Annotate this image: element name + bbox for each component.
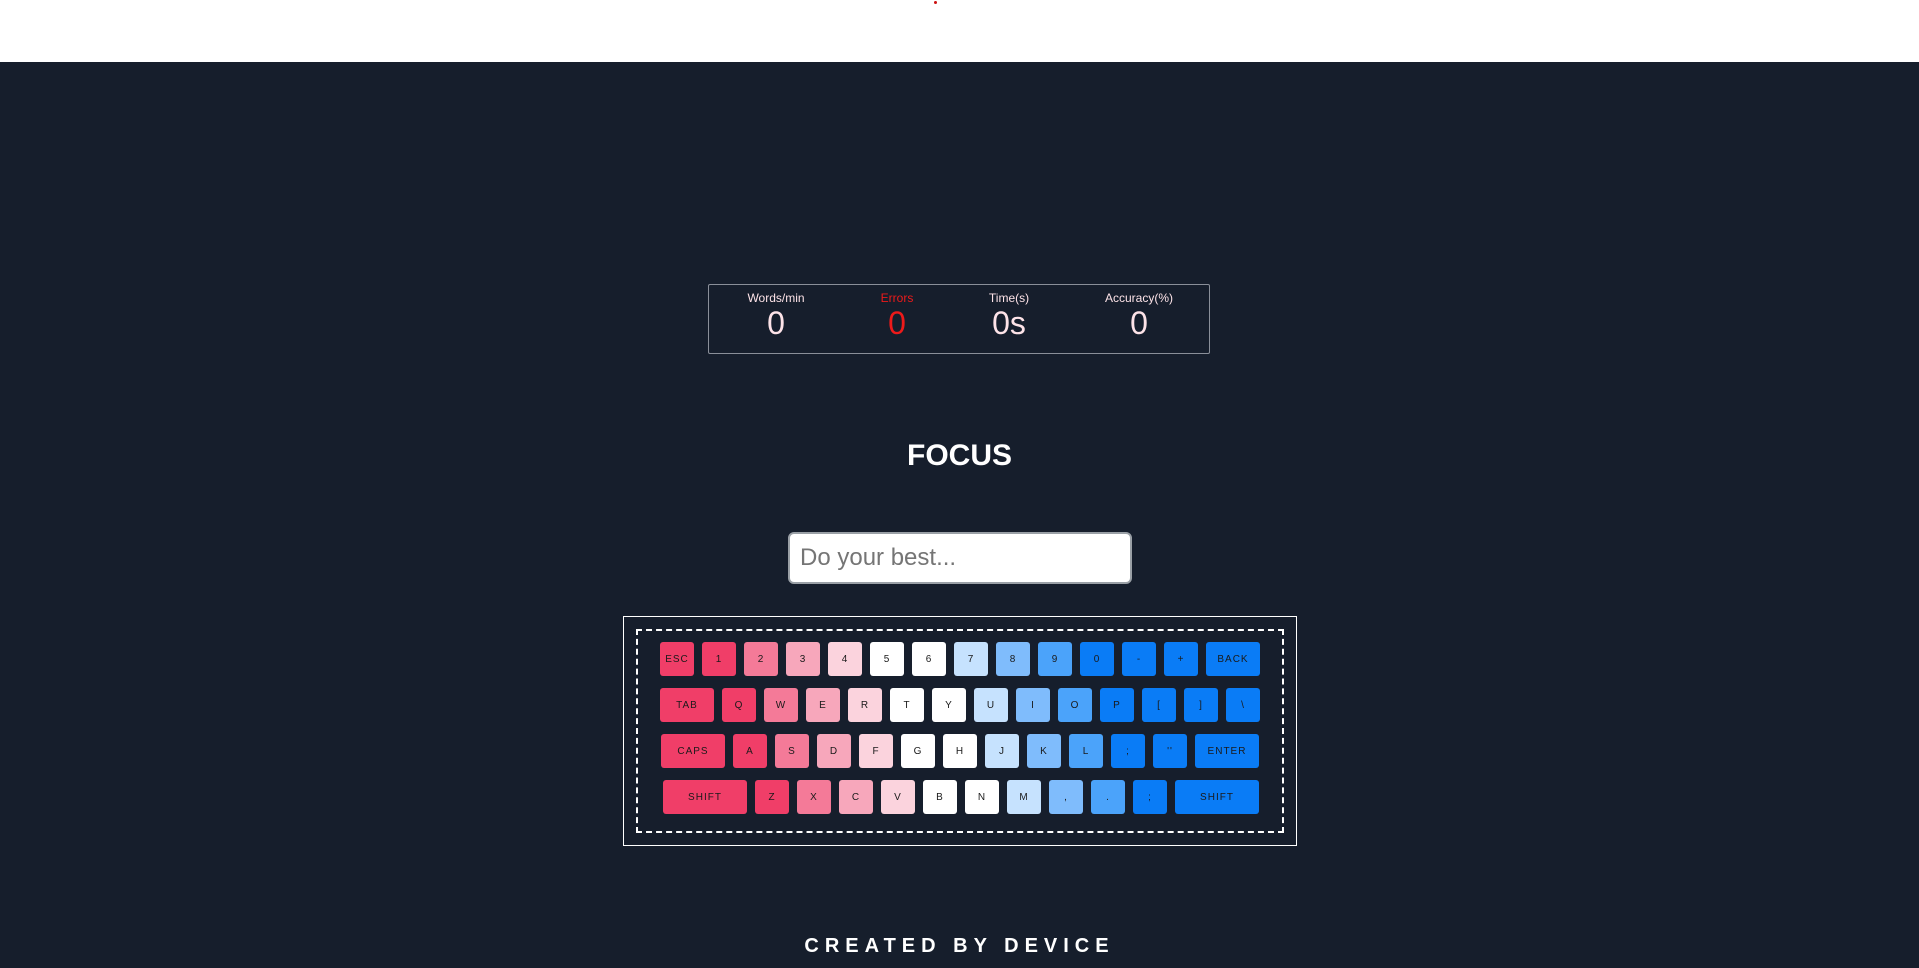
key-c[interactable]: C (839, 780, 873, 814)
key-symbol[interactable]: '' (1153, 734, 1187, 768)
key-u[interactable]: U (974, 688, 1008, 722)
stat-wpm-value: 0 (767, 305, 785, 341)
key-symbol[interactable]: + (1164, 642, 1198, 676)
key-o[interactable]: O (1058, 688, 1092, 722)
key-s[interactable]: S (775, 734, 809, 768)
key-shift[interactable]: SHIFT (663, 780, 747, 814)
key-symbol[interactable]: ] (1184, 688, 1218, 722)
stat-accuracy-label: Accuracy(%) (1104, 291, 1174, 305)
key-3[interactable]: 3 (786, 642, 820, 676)
stats-panel: Words/min 0 Errors 0 Time(s) 0s Accuracy… (708, 284, 1210, 354)
key-a[interactable]: A (733, 734, 767, 768)
key-n[interactable]: N (965, 780, 999, 814)
key-r[interactable]: R (848, 688, 882, 722)
typing-input[interactable] (788, 532, 1132, 584)
key-enter[interactable]: ENTER (1195, 734, 1259, 768)
key-q[interactable]: Q (722, 688, 756, 722)
key-symbol[interactable]: ; (1133, 780, 1167, 814)
key-5[interactable]: 5 (870, 642, 904, 676)
key-6[interactable]: 6 (912, 642, 946, 676)
key-caps[interactable]: CAPS (661, 734, 725, 768)
stat-wpm-label: Words/min (747, 291, 805, 305)
stat-time: Time(s) 0s (989, 291, 1029, 341)
key-back[interactable]: BACK (1206, 642, 1260, 676)
key-t[interactable]: T (890, 688, 924, 722)
key-m[interactable]: M (1007, 780, 1041, 814)
key-j[interactable]: J (985, 734, 1019, 768)
key-symbol[interactable]: ; (1111, 734, 1145, 768)
stat-errors-label: Errors (880, 291, 914, 305)
key-1[interactable]: 1 (702, 642, 736, 676)
red-dot-marker (934, 1, 937, 4)
key-9[interactable]: 9 (1038, 642, 1072, 676)
stat-time-label: Time(s) (988, 291, 1030, 305)
keyboard-row: ESC 1 2 3 4 5 6 7 8 9 0- + BACK (660, 642, 1260, 676)
key-7[interactable]: 7 (954, 642, 988, 676)
key-w[interactable]: W (764, 688, 798, 722)
key-d[interactable]: D (817, 734, 851, 768)
keyboard-row: SHIFT Z X C V B N M,.; SHIFT (663, 780, 1259, 814)
key-esc[interactable]: ESC (660, 642, 694, 676)
keyboard-row: CAPS A S D F G H J K L; '' ENTER (661, 734, 1259, 768)
key-symbol[interactable]: [ (1142, 688, 1176, 722)
key-tab[interactable]: TAB (660, 688, 714, 722)
stat-accuracy-value: 0 (1130, 305, 1148, 341)
key-symbol[interactable]: , (1049, 780, 1083, 814)
key-symbol[interactable]: - (1122, 642, 1156, 676)
key-x[interactable]: X (797, 780, 831, 814)
key-l[interactable]: L (1069, 734, 1103, 768)
key-8[interactable]: 8 (996, 642, 1030, 676)
key-2[interactable]: 2 (744, 642, 778, 676)
key-h[interactable]: H (943, 734, 977, 768)
key-e[interactable]: E (806, 688, 840, 722)
stat-time-value: 0s (992, 305, 1026, 341)
key-i[interactable]: I (1016, 688, 1050, 722)
footer-credit: CREATED BY DEVICE (804, 935, 1115, 957)
page-title: FOCUS (907, 439, 1012, 472)
stat-errors-value: 0 (888, 305, 906, 341)
key-v[interactable]: V (881, 780, 915, 814)
key-symbol[interactable]: . (1091, 780, 1125, 814)
key-z[interactable]: Z (755, 780, 789, 814)
stat-wpm: Words/min 0 (747, 291, 804, 341)
key-p[interactable]: P (1100, 688, 1134, 722)
key-symbol[interactable]: \ (1226, 688, 1260, 722)
key-f[interactable]: F (859, 734, 893, 768)
keyboard-frame: ESC 1 2 3 4 5 6 7 8 9 0- + BACK TAB Q W E R T Y U I O P[] \ CAPS A… (623, 616, 1297, 846)
top-bar (0, 0, 1919, 62)
key-0[interactable]: 0 (1080, 642, 1114, 676)
key-4[interactable]: 4 (828, 642, 862, 676)
keyboard-row: TAB Q W E R T Y U I O P[] \ (660, 688, 1260, 722)
key-k[interactable]: K (1027, 734, 1061, 768)
stat-errors: Errors 0 (881, 291, 914, 341)
key-shift[interactable]: SHIFT (1175, 780, 1259, 814)
key-y[interactable]: Y (932, 688, 966, 722)
key-b[interactable]: B (923, 780, 957, 814)
key-g[interactable]: G (901, 734, 935, 768)
keyboard: ESC 1 2 3 4 5 6 7 8 9 0- + BACK TAB Q W E R T Y U I O P[] \ CAPS A… (636, 629, 1284, 833)
stat-accuracy: Accuracy(%) 0 (1105, 291, 1173, 341)
